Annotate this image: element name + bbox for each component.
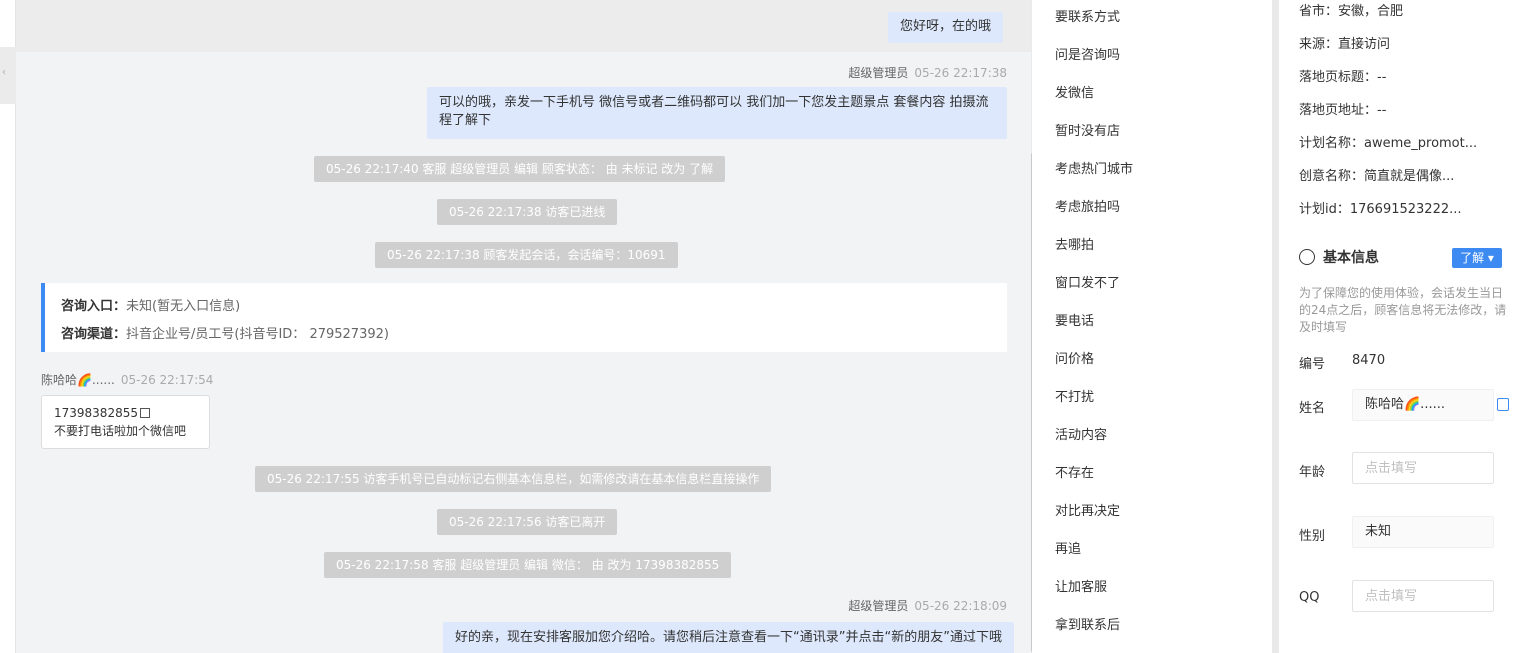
qq-input[interactable] xyxy=(1352,580,1494,612)
channel-row: 咨询渠道：抖音企业号/员工号(抖音号ID： 279527392) xyxy=(61,327,389,342)
quick-reply-item[interactable]: 考虑旅拍吗 xyxy=(1055,196,1120,215)
age-label: 年龄 xyxy=(1299,465,1326,480)
system-message: 05-26 22:17:58 客服 超级管理员 编辑 微信： 由 改为 1739… xyxy=(324,552,732,578)
info-landing-title: 落地页标题：-- xyxy=(1299,70,1387,85)
chat-panel: 您好呀，在的哦 超级管理员 05-26 22:17:38 可以的哦，亲发一下手机号… xyxy=(16,0,1032,653)
info-source: 来源：直接访问 xyxy=(1299,37,1391,52)
quick-reply-item[interactable]: 要电话 xyxy=(1055,310,1094,329)
id-label: 编号 xyxy=(1299,357,1326,372)
quick-reply-item[interactable]: 要联系方式 xyxy=(1055,6,1120,25)
entry-info-card: 咨询入口：未知(暂无入口信息) 咨询渠道：抖音企业号/员工号(抖音号ID： 27… xyxy=(41,283,1007,352)
quick-reply-list: 要联系方式 问是咨询吗 发微信 暂时没有店 考虑热门城市 考虑旅拍吗 去哪拍 窗… xyxy=(1040,0,1272,653)
info-note: 为了保障您的使用体验，会话发生当日的24点之后，顾客信息将无法修改，请及时填写 xyxy=(1299,286,1507,334)
system-message: 05-26 22:17:38 访客已进线 xyxy=(437,199,618,225)
quick-reply-item[interactable]: 再追 xyxy=(1055,538,1081,557)
info-plan-id: 计划id：176691523222... xyxy=(1299,202,1462,217)
quick-reply-item[interactable]: 暂时没有店 xyxy=(1055,120,1120,139)
quick-reply-item[interactable]: 发微信 xyxy=(1055,82,1094,101)
name-label: 姓名 xyxy=(1299,401,1326,416)
quick-reply-item[interactable]: 对比再决定 xyxy=(1055,500,1120,519)
chevron-left-icon: ‹ xyxy=(2,67,6,78)
chat-top-area xyxy=(16,0,1032,52)
visitor-sender: 陈哈哈🌈...... 05-26 22:17:54 xyxy=(41,373,214,387)
copy-icon[interactable] xyxy=(1497,398,1509,411)
gender-field[interactable]: 未知 xyxy=(1352,516,1494,548)
copy-icon[interactable] xyxy=(139,408,150,418)
visitor-message: 17398382855 不要打电话啦加个微信吧 xyxy=(41,395,210,449)
quick-reply-item[interactable]: 让加客服 xyxy=(1055,576,1107,595)
agent-message: 您好呀，在的哦 xyxy=(888,12,1004,43)
entry-row: 咨询入口：未知(暂无入口信息) xyxy=(61,299,241,314)
quick-reply-item[interactable]: 拿到联系后 xyxy=(1055,614,1120,633)
quick-reply-item[interactable]: 去哪拍 xyxy=(1055,234,1094,253)
system-message: 05-26 22:17:56 访客已离开 xyxy=(437,509,618,535)
collapse-tab[interactable]: ‹ xyxy=(0,47,16,104)
info-creative-name: 创意名称：简直就是偶像... xyxy=(1299,169,1455,184)
qq-label: QQ xyxy=(1299,590,1320,605)
basic-info-title: 基本信息 xyxy=(1299,248,1379,268)
customer-info-panel: 省市：安徽，合肥 来源：直接访问 落地页标题：-- 落地页地址：-- 计划名称：… xyxy=(1279,0,1524,653)
system-message: 05-26 22:17:38 顾客发起会话，会话编号：10691 xyxy=(375,242,678,268)
quick-reply-item[interactable]: 问是咨询吗 xyxy=(1055,44,1120,63)
quick-reply-item[interactable]: 不打扰 xyxy=(1055,386,1094,405)
info-province: 省市：安徽，合肥 xyxy=(1299,4,1404,19)
message-sender: 超级管理员 05-26 22:17:38 xyxy=(848,66,1007,80)
system-message: 05-26 22:17:40 客服 超级管理员 编辑 顾客状态： 由 未标记 改… xyxy=(314,156,726,182)
quick-reply-item[interactable]: 问价格 xyxy=(1055,348,1094,367)
age-input[interactable] xyxy=(1352,452,1494,484)
quick-reply-item[interactable]: 不存在 xyxy=(1055,462,1094,481)
system-message: 05-26 22:17:55 访客手机号已自动标记右侧基本信息栏，如需修改请在基… xyxy=(255,466,772,492)
message-sender: 超级管理员 05-26 22:18:09 xyxy=(848,599,1007,613)
info-plan-name: 计划名称：aweme_promot... xyxy=(1299,136,1478,151)
quick-reply-item[interactable]: 考虑热门城市 xyxy=(1055,158,1133,177)
name-field[interactable]: 陈哈哈🌈...... xyxy=(1352,389,1494,421)
quick-reply-item[interactable]: 窗口发不了 xyxy=(1055,272,1120,291)
status-dropdown-button[interactable]: 了解 ▾ xyxy=(1452,248,1502,268)
id-value: 8470 xyxy=(1352,353,1386,368)
info-landing-url: 落地页地址：-- xyxy=(1299,103,1387,118)
gender-label: 性别 xyxy=(1299,529,1326,544)
panel-divider[interactable] xyxy=(1272,0,1279,653)
chat-scrollbar-thumb[interactable] xyxy=(1031,152,1032,653)
agent-message: 可以的哦，亲发一下手机号 微信号或者二维码都可以 我们加一下您发主题景点 套餐内… xyxy=(427,87,1007,139)
app-root: ‹ 您好呀，在的哦 超级管理员 05-26 22:17:38 可以的哦，亲发一下手… xyxy=(0,0,1524,653)
quick-reply-item[interactable]: 活动内容 xyxy=(1055,424,1107,443)
user-circle-icon xyxy=(1299,249,1315,265)
agent-message: 好的亲，现在安排客服加您介绍哈。请您稍后注意查看一下“通讯录”并点击“新的朋友”… xyxy=(443,622,1014,653)
